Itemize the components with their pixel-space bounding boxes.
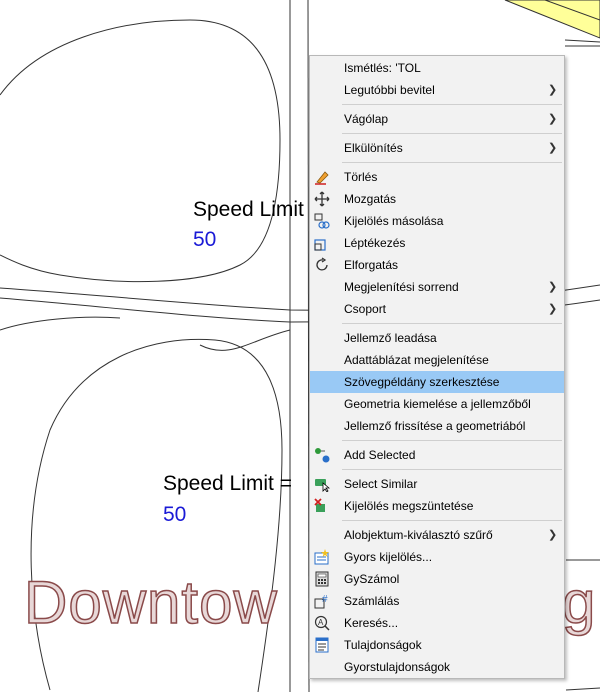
menu-item-deselect[interactable]: Kijelölés megszüntetése [310, 495, 564, 517]
svg-text:#: # [322, 594, 328, 605]
submenu-arrow-icon: ❯ [548, 142, 558, 154]
menu-item-label: Számlálás [344, 594, 400, 608]
submenu-arrow-icon: ❯ [548, 529, 558, 541]
menu-item-label: Alobjektum-kiválasztó szűrő [344, 528, 493, 542]
menu-item-label: Elkülönítés [344, 141, 403, 155]
menu-separator [342, 162, 562, 163]
road-line [564, 39, 600, 43]
road-line [565, 687, 600, 691]
menu-item-label: Gyorstulajdonságok [344, 660, 451, 674]
menu-item-add-selected[interactable]: Add Selected [310, 444, 564, 466]
add-selected-icon [315, 448, 330, 463]
context-menu: Ismétlés: 'TOL Legutóbbi bevitel ❯ Vágól… [309, 55, 565, 679]
menu-separator [342, 440, 562, 441]
menu-item-label: Törlés [344, 170, 378, 184]
menu-item-subobject-filter[interactable]: Alobjektum-kiválasztó szűrő ❯ [310, 524, 564, 546]
menu-separator [342, 469, 562, 470]
menu-item-label: GySzámol [344, 572, 400, 586]
menu-item-group[interactable]: Csoport ❯ [310, 298, 564, 320]
menu-item-properties[interactable]: Tulajdonságok [310, 634, 564, 656]
menu-item-isolate[interactable]: Elkülönítés ❯ [310, 137, 564, 159]
select-similar-icon [315, 479, 330, 492]
copy-selection-icon [314, 213, 330, 229]
speed-limit-value[interactable]: 50 [193, 228, 216, 252]
menu-item-label: Csoport [344, 302, 387, 316]
menu-item-label: Keresés... [344, 616, 399, 630]
menu-item-select-similar[interactable]: Select Similar [310, 473, 564, 495]
scale-icon [314, 239, 326, 251]
road-curve [0, 19, 281, 283]
deselect-icon [314, 498, 325, 512]
menu-item-label: Jellemző leadása [344, 331, 437, 345]
calculator-icon [315, 571, 329, 587]
menu-item-quick-select[interactable]: Gyors kijelölés... [310, 546, 564, 568]
svg-text:A: A [318, 618, 324, 627]
menu-item-label: Tulajdonságok [344, 638, 422, 652]
menu-separator [342, 323, 562, 324]
menu-item-label: Adattáblázat megjelenítése [344, 353, 489, 367]
menu-item-update-feature[interactable]: Jellemző frissítése a geometriából [310, 415, 564, 437]
menu-item-label: Gyors kijelölés... [344, 550, 433, 564]
menu-item-label: Kijelölés másolása [344, 214, 444, 228]
menu-item-label: Szövegpéldány szerkesztése [344, 375, 500, 389]
district-label[interactable]: g [561, 568, 596, 637]
menu-item-quickcalc[interactable]: GySzámol [310, 568, 564, 590]
move-icon [314, 191, 330, 207]
speed-limit-value[interactable]: 50 [163, 503, 186, 527]
rotate-icon [316, 257, 328, 271]
menu-item-move[interactable]: Mozgatás [310, 188, 564, 210]
menu-item-draw-order[interactable]: Megjelenítési sorrend ❯ [310, 276, 564, 298]
menu-item-find[interactable]: A Keresés... [310, 612, 564, 634]
find-icon: A [314, 615, 330, 631]
parcel-yellow [504, 0, 600, 39]
district-label[interactable]: Downtow [23, 568, 278, 637]
speed-limit-label[interactable]: Speed Limit [193, 198, 304, 222]
menu-item-label: Elforgatás [344, 258, 399, 272]
menu-item-scale[interactable]: Léptékezés [310, 232, 564, 254]
menu-item-label: Léptékezés [344, 236, 406, 250]
menu-item-erase[interactable]: Törlés [310, 166, 564, 188]
menu-item-label: Legutóbbi bevitel [344, 83, 435, 97]
submenu-arrow-icon: ❯ [548, 113, 558, 125]
menu-item-label: Select Similar [344, 477, 418, 491]
eraser-icon [315, 171, 329, 185]
submenu-arrow-icon: ❯ [548, 281, 558, 293]
speed-limit-label[interactable]: Speed Limit = [163, 472, 292, 496]
road-curve [30, 338, 283, 692]
menu-item-repeat[interactable]: Ismétlés: 'TOL [310, 57, 564, 79]
menu-item-label: Megjelenítési sorrend [344, 280, 459, 294]
properties-icon [315, 637, 329, 653]
menu-separator [342, 133, 562, 134]
menu-item-show-data-table[interactable]: Adattáblázat megjelenítése [310, 349, 564, 371]
menu-item-label: Jellemző frissítése a geometriából [344, 419, 526, 433]
menu-separator [342, 104, 562, 105]
menu-item-edit-text-instance[interactable]: Szövegpéldány szerkesztése [310, 371, 564, 393]
menu-item-label: Vágólap [344, 112, 389, 126]
menu-item-clipboard[interactable]: Vágólap ❯ [310, 108, 564, 130]
menu-item-label: Kijelölés megszüntetése [344, 499, 474, 513]
submenu-arrow-icon: ❯ [548, 303, 558, 315]
menu-item-feature-drop[interactable]: Jellemző leadása [310, 327, 564, 349]
menu-item-highlight-geometry[interactable]: Geometria kiemelése a jellemzőből [310, 393, 564, 415]
quick-select-icon [314, 549, 329, 565]
menu-item-copy-selection[interactable]: Kijelölés másolása [310, 210, 564, 232]
menu-item-label: Mozgatás [344, 192, 397, 206]
submenu-arrow-icon: ❯ [548, 84, 558, 96]
menu-item-label: Ismétlés: 'TOL [344, 61, 421, 75]
menu-item-quick-properties[interactable]: Gyorstulajdonságok [310, 656, 564, 678]
menu-item-recent-input[interactable]: Legutóbbi bevitel ❯ [310, 79, 564, 101]
menu-separator [342, 520, 562, 521]
count-icon: # [314, 594, 328, 609]
road-curve [0, 316, 121, 331]
menu-item-label: Add Selected [344, 448, 416, 462]
menu-item-label: Geometria kiemelése a jellemzőből [344, 397, 531, 411]
menu-item-rotate[interactable]: Elforgatás [310, 254, 564, 276]
menu-item-count[interactable]: # Számlálás [310, 590, 564, 612]
